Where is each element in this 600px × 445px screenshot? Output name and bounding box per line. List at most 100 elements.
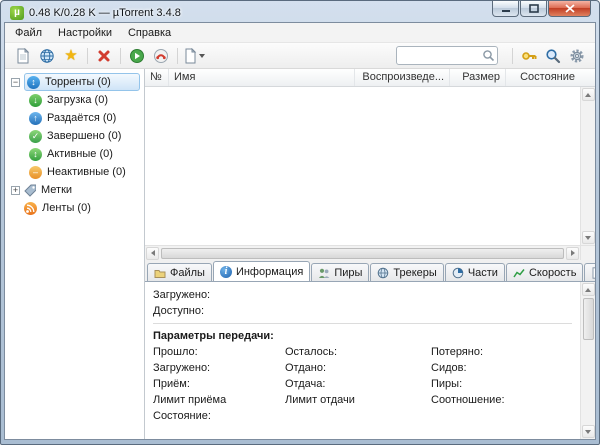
menu-help[interactable]: Справка: [120, 25, 179, 41]
maximize-icon: [529, 4, 539, 13]
create-torrent-icon: ★: [64, 48, 77, 63]
pie-chart-icon: [452, 267, 464, 279]
info-vertical-scrollbar[interactable]: [580, 282, 595, 439]
checkmark-icon: ✓: [29, 130, 42, 143]
toolbar-separator: [87, 48, 88, 64]
collapse-expander-icon[interactable]: −: [11, 78, 20, 87]
list-vertical-scrollbar[interactable]: [580, 87, 595, 245]
content-area: − ↕ Торренты (0) ↓ Загрузка (0) ↑ Раздаё…: [5, 69, 595, 439]
uploaded-label: Отдано:: [285, 360, 431, 376]
window-title: 0.48 K/0.28 K — µTorrent 3.4.8: [29, 7, 181, 19]
menubar: Файл Настройки Справка: [5, 23, 595, 42]
add-from-url-icon: [39, 48, 55, 64]
chevron-down-icon: [199, 54, 205, 58]
list-horizontal-scrollbar[interactable]: [145, 245, 580, 260]
info-icon: i: [220, 266, 232, 278]
sidebar-item-seeding[interactable]: ↑ Раздаётся (0): [5, 109, 144, 127]
tab-pieces[interactable]: Части: [445, 263, 505, 281]
settings-gear-icon: [569, 48, 585, 64]
toolbar-separator: [120, 48, 121, 64]
sidebar-item-downloading[interactable]: ↓ Загрузка (0): [5, 91, 144, 109]
wasted-label: Потеряно:: [431, 344, 572, 360]
sidebar-item-torrents[interactable]: − ↕ Торренты (0): [5, 73, 144, 91]
create-torrent-button[interactable]: ★: [59, 45, 83, 67]
sidebar-item-label: Раздаётся (0): [47, 112, 116, 124]
sidebar-item-feeds[interactable]: Ленты (0): [5, 199, 144, 217]
available-label: Доступно:: [153, 303, 572, 319]
arrow-right-icon: [571, 250, 575, 256]
remote-button[interactable]: [149, 45, 173, 67]
tag-icon: [24, 184, 36, 196]
window-controls: [491, 1, 591, 17]
report-page-icon: [591, 267, 595, 279]
torrent-list[interactable]: [145, 87, 580, 245]
main-panel: № Имя Воспроизведе... Размер Состояние: [145, 69, 595, 439]
add-torrent-icon: [15, 48, 31, 64]
tab-speed[interactable]: Скорость: [506, 263, 584, 281]
key-button[interactable]: [517, 45, 541, 67]
downloaded-label: Загружено:: [153, 287, 572, 303]
toolbar-separator: [177, 48, 178, 64]
sidebar-item-completed[interactable]: ✓ Завершено (0): [5, 127, 144, 145]
tab-trackers[interactable]: Трекеры: [370, 263, 443, 281]
search-icon[interactable]: [482, 49, 495, 62]
sidebar-item-label: Метки: [41, 184, 72, 196]
scroll-up-button[interactable]: [582, 283, 595, 296]
column-number[interactable]: №: [145, 69, 169, 86]
download-arrow-icon: ↓: [29, 94, 42, 107]
scroll-down-button[interactable]: [582, 425, 595, 438]
elapsed-label: Прошло:: [153, 344, 285, 360]
expand-expander-icon[interactable]: +: [11, 186, 20, 195]
minimize-button[interactable]: [492, 1, 519, 17]
start-icon: [129, 48, 145, 64]
share-ratio-label: Соотношение:: [431, 392, 572, 408]
sidebar-item-label: Активные (0): [47, 148, 113, 160]
menu-settings[interactable]: Настройки: [50, 25, 120, 41]
tab-information[interactable]: i Информация: [213, 261, 310, 281]
close-button[interactable]: [548, 1, 591, 17]
minimize-icon: [501, 5, 511, 13]
sidebar-item-labels[interactable]: + Метки: [5, 181, 144, 199]
status-label: Состояние:: [153, 408, 285, 424]
column-size[interactable]: Размер: [450, 69, 506, 86]
maximize-button[interactable]: [520, 1, 547, 17]
column-name[interactable]: Имя: [169, 69, 355, 86]
scroll-right-button[interactable]: [566, 247, 579, 260]
sidebar-item-label: Завершено (0): [47, 130, 121, 142]
category-sidebar: − ↕ Торренты (0) ↓ Загрузка (0) ↑ Раздаё…: [5, 69, 145, 439]
arrow-down-icon: [585, 236, 591, 240]
column-status[interactable]: Состояние: [506, 69, 595, 86]
add-from-url-button[interactable]: [35, 45, 59, 67]
downloaded-total-label: Загружено:: [153, 360, 285, 376]
new-item-button[interactable]: [182, 45, 206, 67]
settings-button[interactable]: [565, 45, 589, 67]
tab-files[interactable]: Файлы: [147, 263, 212, 281]
scroll-down-button[interactable]: [582, 231, 595, 244]
scroll-left-button[interactable]: [146, 247, 159, 260]
scrollbar-corner: [580, 245, 595, 260]
download-limit-label: Лимит приёма: [153, 392, 285, 408]
sidebar-item-label: Ленты (0): [42, 202, 91, 214]
arrow-left-icon: [151, 250, 155, 256]
add-torrent-button[interactable]: [11, 45, 35, 67]
sidebar-item-inactive[interactable]: – Неактивные (0): [5, 163, 144, 181]
sidebar-item-active[interactable]: ↕ Активные (0): [5, 145, 144, 163]
scroll-up-button[interactable]: [582, 88, 595, 101]
tab-peers[interactable]: Пиры: [311, 263, 369, 281]
vertical-scroll-thumb[interactable]: [583, 298, 594, 340]
tab-logger[interactable]: Отчёты: [584, 263, 595, 281]
column-played[interactable]: Воспроизведе...: [355, 69, 450, 86]
key-icon: [521, 48, 537, 64]
remove-icon: [97, 49, 111, 63]
section-divider: [153, 323, 572, 324]
remove-button[interactable]: [92, 45, 116, 67]
find-button[interactable]: [541, 45, 565, 67]
arrow-up-icon: [585, 93, 591, 97]
close-icon: [565, 4, 575, 13]
rss-feed-icon: [24, 202, 37, 215]
app-window: µ 0.48 K/0.28 K — µTorrent 3.4.8 Файл На…: [0, 0, 600, 445]
start-button[interactable]: [125, 45, 149, 67]
menu-file[interactable]: Файл: [7, 25, 50, 41]
seeds-label: Сидов:: [431, 360, 572, 376]
horizontal-scroll-thumb[interactable]: [161, 248, 564, 259]
